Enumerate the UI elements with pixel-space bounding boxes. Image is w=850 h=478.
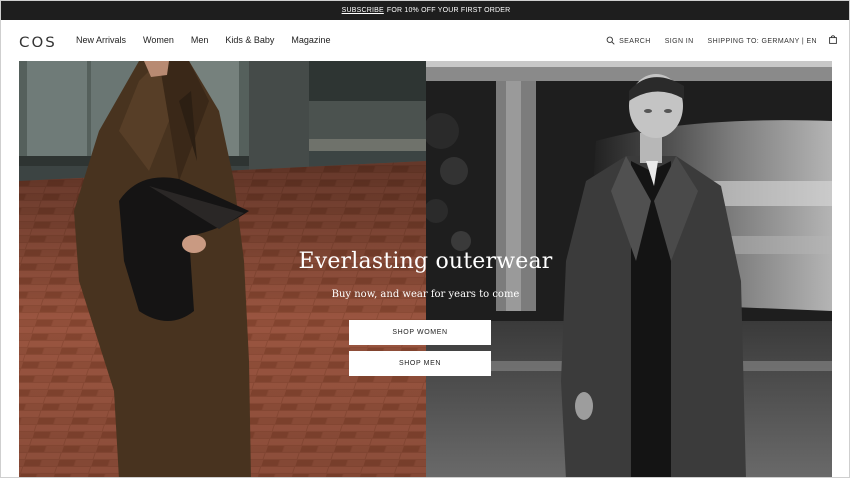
promo-banner: SUBSCRIBE FOR 10% OFF YOUR FIRST ORDER — [1, 1, 849, 20]
search-icon — [606, 36, 619, 47]
shop-women-button[interactable]: SHOP WOMEN — [349, 320, 491, 345]
nav-women[interactable]: Women — [143, 35, 174, 45]
hero-image-women[interactable] — [19, 61, 426, 477]
shop-men-button[interactable]: SHOP MEN — [349, 351, 491, 376]
shipping-selector[interactable]: SHIPPING TO: GERMANY | EN — [708, 38, 817, 45]
nav-kids-baby[interactable]: Kids & Baby — [225, 35, 274, 45]
sign-in-link[interactable]: SIGN IN — [665, 38, 694, 45]
utility-nav: SEARCH SIGN IN SHIPPING TO: GERMANY | EN — [592, 36, 817, 47]
shopping-bag-icon[interactable] — [829, 35, 837, 44]
nav-new-arrivals[interactable]: New Arrivals — [76, 35, 126, 45]
promo-text: FOR 10% OFF YOUR FIRST ORDER — [386, 7, 511, 14]
site-header: COS New Arrivals Women Men Kids & Baby M… — [1, 20, 849, 61]
nav-magazine[interactable]: Magazine — [291, 35, 330, 45]
browser-viewport: SUBSCRIBE FOR 10% OFF YOUR FIRST ORDER C… — [0, 0, 850, 478]
hero-image-men[interactable] — [426, 61, 832, 477]
brand-logo[interactable]: COS — [19, 33, 57, 50]
hero-banner: Everlasting outerwear Buy now, and wear … — [19, 61, 832, 477]
search-label: SEARCH — [619, 38, 651, 45]
main-nav: New Arrivals Women Men Kids & Baby Magaz… — [76, 35, 347, 45]
nav-men[interactable]: Men — [191, 35, 209, 45]
search-button[interactable]: SEARCH — [606, 36, 651, 47]
subscribe-link[interactable]: SUBSCRIBE — [342, 7, 384, 14]
